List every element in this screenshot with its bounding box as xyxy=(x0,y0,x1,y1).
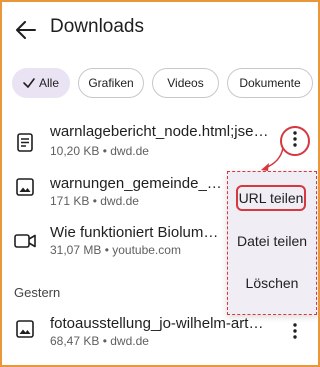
context-menu: URL teilen Datei teilen Löschen xyxy=(227,171,317,315)
menu-item-share-file[interactable]: Datei teilen xyxy=(228,233,316,249)
item-meta: 31,07 MB • youtube.com xyxy=(50,243,181,257)
more-options-button[interactable] xyxy=(285,319,305,343)
chip-all-label: Alle xyxy=(39,76,60,90)
item-meta: 171 KB • dwd.de xyxy=(50,194,139,208)
page-title: Downloads xyxy=(50,16,144,37)
item-name: warnlagebericht_node.html;jsessi… xyxy=(50,123,275,140)
filter-chips: Alle Grafiken Videos Dokumente xyxy=(12,68,313,98)
list-item[interactable]: fotoausstellung_jo-wilhelm-arts.j… 68,47… xyxy=(0,312,320,356)
back-button[interactable] xyxy=(14,18,38,42)
chip-videos-label: Videos xyxy=(167,76,204,90)
list-item[interactable]: warnlagebericht_node.html;jsessi… 10,20 … xyxy=(0,120,320,164)
chip-all[interactable]: Alle xyxy=(12,68,70,98)
menu-item-delete[interactable]: Löschen xyxy=(228,275,316,291)
item-meta: 10,20 KB • dwd.de xyxy=(50,144,149,158)
image-icon xyxy=(14,318,36,340)
app-bar: Downloads xyxy=(0,0,320,58)
item-name: Wie funktioniert Biolumini… xyxy=(50,224,220,241)
item-name: fotoausstellung_jo-wilhelm-arts.j… xyxy=(50,315,270,332)
item-name: warnungen_gemeinde_map xyxy=(50,175,230,192)
item-meta: 68,47 KB • dwd.de xyxy=(50,334,149,348)
chip-dokumente-label: Dokumente xyxy=(239,76,301,90)
video-icon xyxy=(14,230,36,252)
menu-item-share-url[interactable]: URL teilen xyxy=(236,185,306,211)
chip-grafiken-label: Grafiken xyxy=(88,76,134,90)
more-vert-icon xyxy=(293,323,297,339)
more-vert-icon xyxy=(293,131,297,147)
more-options-button[interactable] xyxy=(285,127,305,151)
image-icon xyxy=(14,176,36,198)
section-header-yesterday: Gestern xyxy=(14,285,61,300)
document-icon xyxy=(14,131,36,153)
chip-dokumente[interactable]: Dokumente xyxy=(227,68,313,98)
chip-grafiken[interactable]: Grafiken xyxy=(78,68,144,98)
check-icon xyxy=(23,78,35,88)
chip-videos[interactable]: Videos xyxy=(152,68,219,98)
arrow-left-icon xyxy=(16,21,36,39)
